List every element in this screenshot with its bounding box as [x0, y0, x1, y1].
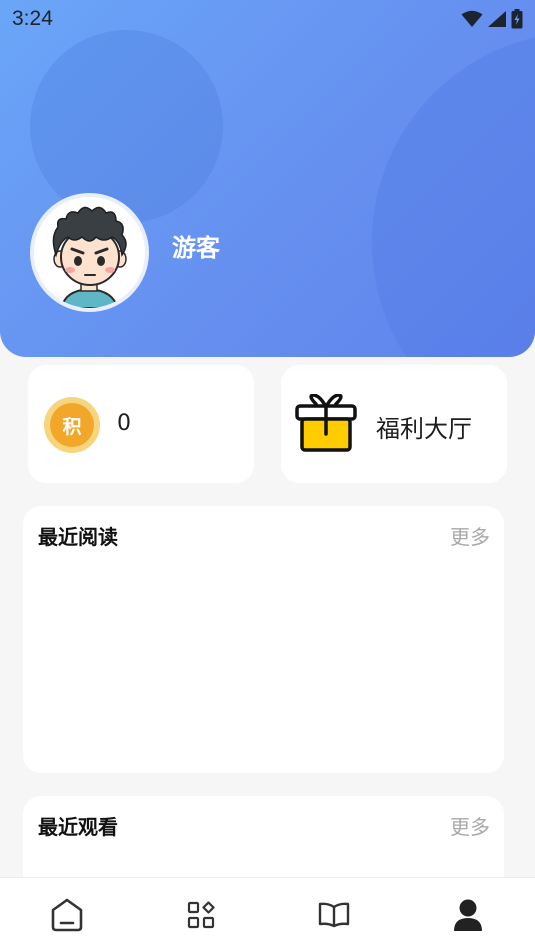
- status-time: 3:24: [12, 7, 53, 30]
- more-link[interactable]: 更多: [450, 521, 490, 550]
- welfare-hall-label: 福利大厅: [376, 415, 472, 443]
- tab-profile[interactable]: [433, 878, 503, 951]
- points-card[interactable]: 积 0: [28, 365, 254, 483]
- welfare-hall-card[interactable]: 福利大厅: [281, 365, 507, 483]
- decorative-circle: [30, 30, 223, 223]
- avatar[interactable]: [30, 193, 149, 312]
- status-bar: 3:24: [0, 0, 535, 38]
- section-title: 最近阅读: [38, 525, 118, 549]
- points-badge: 积: [50, 403, 94, 447]
- more-link[interactable]: 更多: [450, 811, 490, 840]
- battery-icon: [511, 9, 523, 29]
- decorative-circle-large: [372, 32, 535, 357]
- cellular-signal-icon: [488, 11, 506, 27]
- points-coin-icon: 积: [44, 397, 100, 453]
- home-icon: [51, 898, 83, 931]
- book-icon: [319, 902, 350, 927]
- status-icons: [461, 9, 523, 29]
- gift-icon: [295, 394, 357, 452]
- recent-reading-section: 最近阅读 更多: [23, 506, 504, 773]
- profile-header: 3:24 游客: [0, 0, 535, 357]
- cartoon-boy-avatar-icon: [34, 197, 145, 308]
- category-icon: [187, 900, 215, 928]
- user-name[interactable]: 游客: [172, 228, 220, 263]
- wifi-icon: [461, 10, 483, 27]
- points-value: 0: [117, 411, 131, 436]
- person-icon: [454, 899, 483, 931]
- tab-category[interactable]: [166, 878, 236, 951]
- bottom-tab-bar: [0, 877, 535, 951]
- section-title: 最近观看: [38, 815, 118, 839]
- tab-home[interactable]: [32, 878, 102, 951]
- tab-bookshelf[interactable]: [299, 878, 369, 951]
